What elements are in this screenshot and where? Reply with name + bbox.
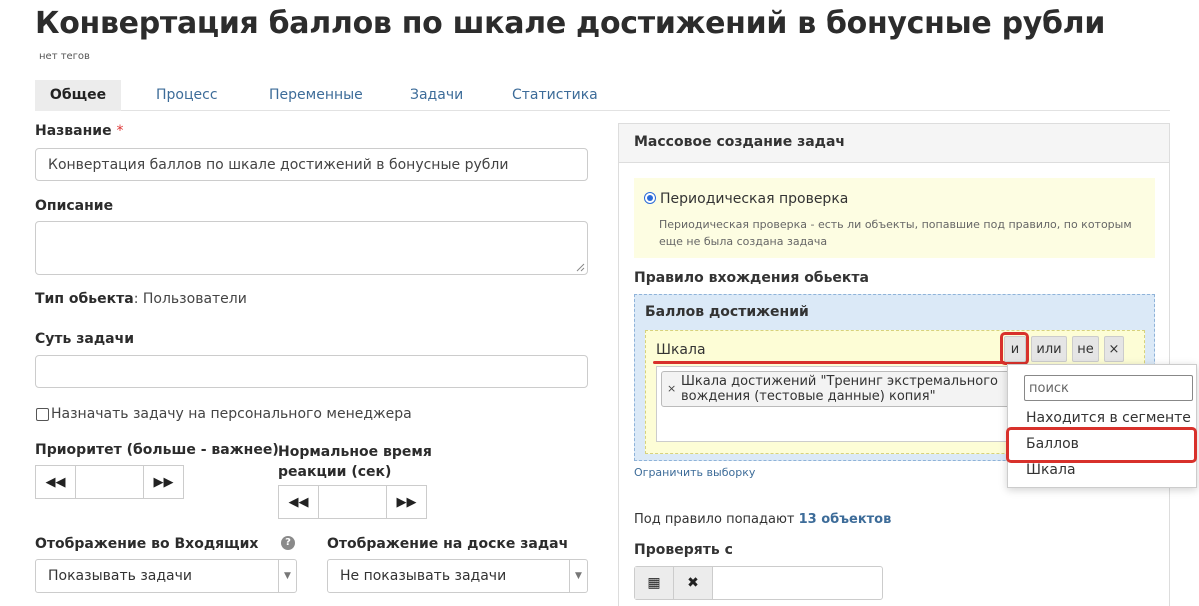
name-input[interactable]: Конвертация баллов по шкале достижений в…: [35, 148, 588, 181]
logic-or-button[interactable]: или: [1031, 336, 1067, 362]
object-type: Тип обьекта: Пользователи: [35, 291, 247, 307]
reaction-time-label: Нормальное время реакции (сек): [278, 444, 432, 480]
limit-selection-link[interactable]: Ограничить выборку: [634, 466, 755, 479]
inbox-display-value: Показывать задачи: [48, 568, 192, 584]
reaction-time-input[interactable]: [318, 486, 387, 518]
logic-not-button[interactable]: не: [1072, 336, 1099, 362]
periodic-description: Периодическая проверка - есть ли объекты…: [659, 218, 1132, 248]
check-from-label: Проверять с: [634, 542, 733, 558]
periodic-radio[interactable]: [644, 192, 656, 204]
page-title: Конвертация баллов по шкале достижений в…: [35, 6, 1106, 41]
help-icon[interactable]: ?: [281, 536, 295, 550]
chevron-down-icon[interactable]: ▼: [569, 560, 587, 592]
calendar-icon[interactable]: ▦: [635, 567, 674, 599]
priority-label: Приоритет (больше - важнее): [35, 442, 279, 458]
tags-label: нет тегов: [39, 51, 90, 62]
increment-icon[interactable]: ▶▶: [144, 466, 183, 498]
reaction-time-stepper[interactable]: ◀◀ ▶▶: [278, 485, 427, 519]
condition-name: Шкала: [656, 342, 706, 358]
rule-group-title: Баллов достижений: [645, 304, 809, 320]
task-essence-input[interactable]: [35, 355, 588, 388]
decrement-icon[interactable]: ◀◀: [36, 466, 75, 498]
tab-statistics[interactable]: Статистика: [512, 80, 598, 111]
chevron-down-icon[interactable]: ▼: [278, 560, 296, 592]
inbox-display-select[interactable]: Показывать задачи ▼: [35, 559, 297, 593]
chip-text: Шкала достижений "Тренинг экстремального…: [681, 374, 998, 404]
chip-remove-icon[interactable]: ×: [667, 382, 676, 395]
tab-variables[interactable]: Переменные: [269, 80, 363, 111]
required-mark: *: [116, 123, 124, 139]
board-display-value: Не показывать задачи: [340, 568, 507, 584]
check-from-date[interactable]: ▦ ✖: [634, 566, 883, 600]
assign-manager-checkbox[interactable]: [36, 408, 49, 421]
priority-input[interactable]: [75, 466, 144, 498]
tab-general[interactable]: Общее: [35, 80, 121, 111]
object-type-value: : Пользователи: [133, 291, 247, 307]
description-label: Описание: [35, 198, 114, 214]
task-essence-label: Суть задачи: [35, 331, 134, 347]
name-label-text: Название: [35, 123, 112, 139]
match-count: Под правило попадают 13 объектов: [634, 512, 891, 527]
resize-handle-icon[interactable]: [576, 263, 585, 272]
match-count-value[interactable]: 13 объектов: [799, 512, 892, 527]
tab-tasks[interactable]: Задачи: [410, 80, 463, 111]
clear-icon[interactable]: ✖: [674, 567, 713, 599]
board-display-select[interactable]: Не показывать задачи ▼: [327, 559, 588, 593]
tab-process[interactable]: Процесс: [156, 80, 218, 111]
match-count-prefix: Под правило попадают: [634, 512, 795, 527]
object-type-label: Тип обьекта: [35, 291, 134, 307]
board-display-label: Отображение на доске задач: [327, 536, 569, 552]
dropdown-search-input[interactable]: поиск: [1024, 375, 1193, 401]
periodic-radio-label[interactable]: Периодическая проверка: [660, 191, 848, 207]
description-textarea[interactable]: [35, 221, 588, 275]
increment-icon[interactable]: ▶▶: [387, 486, 426, 518]
assign-manager-label: Назначать задачу на персонального менедж…: [51, 406, 412, 422]
dropdown-item-scale[interactable]: Шкала: [1026, 462, 1076, 478]
highlight-underline: [653, 361, 1022, 364]
rule-label: Правило вхождения обьекта: [634, 270, 869, 286]
decrement-icon[interactable]: ◀◀: [279, 486, 318, 518]
priority-stepper[interactable]: ◀◀ ▶▶: [35, 465, 184, 499]
name-input-value: Конвертация баллов по шкале достижений в…: [48, 156, 509, 173]
inbox-display-label: Отображение во Входящих: [35, 536, 259, 552]
name-label: Название *: [35, 123, 123, 139]
date-input[interactable]: [713, 567, 882, 599]
panel-title: Массовое создание задач: [634, 134, 846, 150]
highlight-box-and: [1000, 332, 1029, 365]
highlight-box-points: [1006, 427, 1197, 463]
dropdown-item-segment[interactable]: Находится в сегменте: [1026, 410, 1191, 426]
remove-condition-button[interactable]: ×: [1104, 336, 1124, 362]
